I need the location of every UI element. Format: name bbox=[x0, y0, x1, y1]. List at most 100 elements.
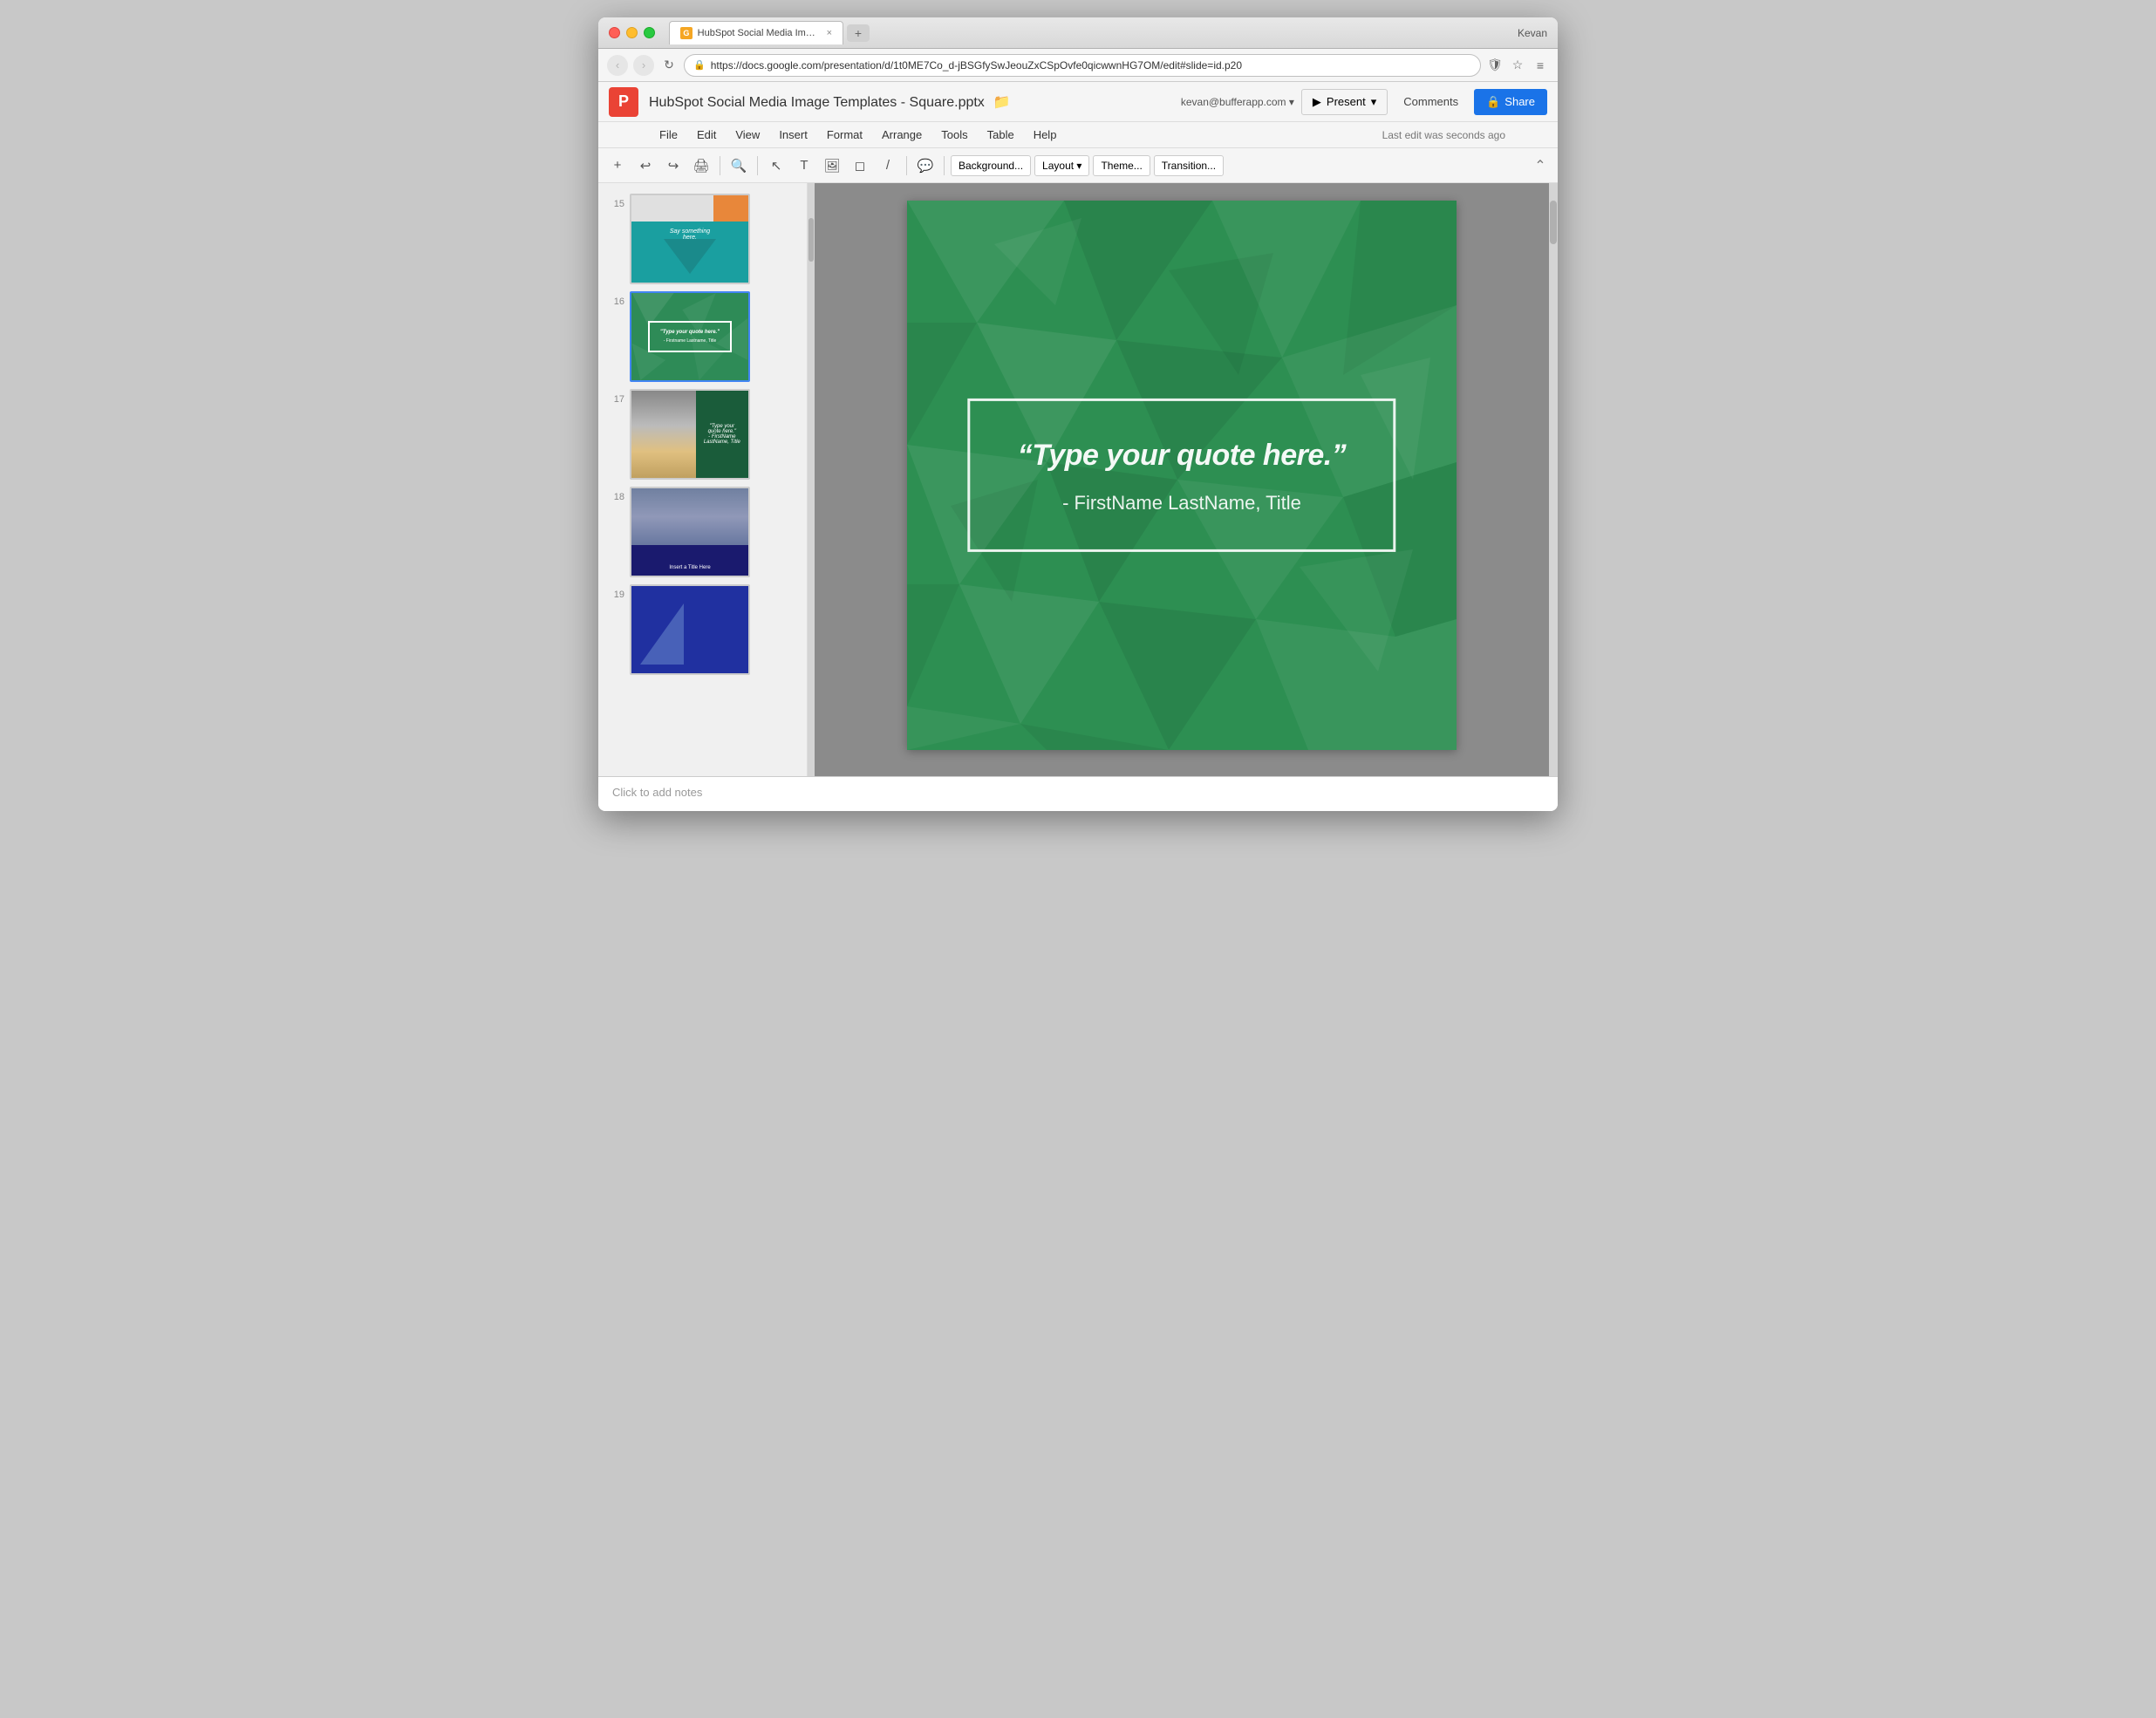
tab-bar: G HubSpot Social Media Ima… × + bbox=[669, 21, 1518, 44]
minimize-button[interactable] bbox=[626, 27, 638, 38]
toolbar-divider-3 bbox=[906, 156, 907, 175]
zoom-in-button[interactable]: + bbox=[605, 153, 630, 178]
comment-button[interactable]: 💬 bbox=[913, 153, 938, 178]
extensions-button[interactable]: 🛡 bbox=[1486, 57, 1504, 74]
menu-edit[interactable]: Edit bbox=[688, 125, 725, 145]
shapes-button[interactable]: ◻ bbox=[848, 153, 872, 178]
slide-thumb-19[interactable] bbox=[630, 584, 750, 675]
slide-number-16: 16 bbox=[605, 297, 624, 307]
background-label: Background... bbox=[959, 160, 1023, 172]
traffic-lights bbox=[609, 27, 655, 38]
theme-label: Theme... bbox=[1101, 160, 1142, 172]
comments-button[interactable]: Comments bbox=[1395, 90, 1467, 113]
address-bar: ‹ › ↻ 🔒 https://docs.google.com/presenta… bbox=[598, 49, 1558, 82]
slide-thumb-18[interactable]: Insert a Title Here bbox=[630, 487, 750, 577]
slide-item-18[interactable]: 18 Insert a Title Here bbox=[598, 483, 807, 581]
slide-thumb-16[interactable]: "Type your quote here." - Firstname Last… bbox=[630, 291, 750, 382]
slide-number-17: 17 bbox=[605, 394, 624, 405]
titlebar: G HubSpot Social Media Ima… × + Kevan bbox=[598, 17, 1558, 49]
share-label: Share bbox=[1504, 95, 1535, 108]
scrollbar-thumb[interactable] bbox=[808, 218, 814, 262]
app-window: G HubSpot Social Media Ima… × + Kevan ‹ … bbox=[598, 17, 1558, 811]
menu-help[interactable]: Help bbox=[1025, 125, 1066, 145]
main-content: 15 Say somethinghere. 16 bbox=[598, 183, 1558, 776]
present-button[interactable]: ▶ Present ▾ bbox=[1301, 89, 1388, 115]
toolbar-divider-4 bbox=[944, 156, 945, 175]
right-scrollbar[interactable] bbox=[1549, 183, 1558, 776]
toolbar: + ↩ ↪ 🖨 🔍 ↖ T 🖼 ◻ / 💬 Background... Layo… bbox=[598, 148, 1558, 183]
url-text: https://docs.google.com/presentation/d/1… bbox=[711, 59, 1471, 72]
slide-item-15[interactable]: 15 Say somethinghere. bbox=[598, 190, 807, 288]
forward-button[interactable]: › bbox=[633, 55, 654, 76]
new-tab-button[interactable]: + bbox=[847, 24, 870, 42]
zoom-button[interactable]: 🔍 bbox=[727, 153, 751, 178]
app-header: P HubSpot Social Media Image Templates -… bbox=[598, 82, 1558, 122]
slide-number-15: 15 bbox=[605, 199, 624, 209]
refresh-button[interactable]: ↻ bbox=[659, 56, 679, 75]
slide-thumb-15[interactable]: Say somethinghere. bbox=[630, 194, 750, 284]
slide17-text: "Type yourquote here."- FirstNameLastNam… bbox=[704, 424, 740, 445]
back-button[interactable]: ‹ bbox=[607, 55, 628, 76]
undo-button[interactable]: ↩ bbox=[633, 153, 658, 178]
menu-format[interactable]: Format bbox=[818, 125, 871, 145]
slide-number-19: 19 bbox=[605, 590, 624, 600]
slide-canvas[interactable]: “Type your quote here.” - FirstName Last… bbox=[907, 201, 1457, 750]
slide-number-18: 18 bbox=[605, 492, 624, 502]
present-icon: ▶ bbox=[1313, 95, 1321, 109]
transition-button[interactable]: Transition... bbox=[1154, 155, 1224, 176]
slide18-title: Insert a Title Here bbox=[637, 565, 743, 570]
theme-button[interactable]: Theme... bbox=[1093, 155, 1150, 176]
menu-tools[interactable]: Tools bbox=[932, 125, 976, 145]
line-button[interactable]: / bbox=[876, 153, 900, 178]
menu-file[interactable]: File bbox=[651, 125, 686, 145]
slide-item-17[interactable]: 17 "Type yourquote here."- FirstNameLast… bbox=[598, 385, 807, 483]
image-button[interactable]: 🖼 bbox=[820, 153, 844, 178]
menu-view[interactable]: View bbox=[727, 125, 768, 145]
maximize-button[interactable] bbox=[644, 27, 655, 38]
slide-panel-scrollbar[interactable] bbox=[808, 183, 815, 776]
print-button[interactable]: 🖨 bbox=[689, 153, 713, 178]
background-button[interactable]: Background... bbox=[951, 155, 1031, 176]
redo-button[interactable]: ↪ bbox=[661, 153, 686, 178]
lock-share-icon: 🔒 bbox=[1486, 95, 1500, 109]
app-actions: kevan@bufferapp.com ▾ ▶ Present ▾ Commen… bbox=[1181, 89, 1547, 115]
slide-panel: 15 Say somethinghere. 16 bbox=[598, 183, 808, 776]
cursor-button[interactable]: ↖ bbox=[764, 153, 788, 178]
notes-placeholder: Click to add notes bbox=[612, 786, 702, 799]
url-actions: 🛡 ☆ ≡ bbox=[1486, 57, 1549, 74]
quote-box[interactable]: “Type your quote here.” - FirstName Last… bbox=[967, 399, 1395, 552]
user-email[interactable]: kevan@bufferapp.com ▾ bbox=[1181, 96, 1294, 108]
url-bar[interactable]: 🔒 https://docs.google.com/presentation/d… bbox=[684, 54, 1481, 77]
last-edit-status: Last edit was seconds ago bbox=[1382, 129, 1505, 141]
app-title-area: HubSpot Social Media Image Templates - S… bbox=[649, 93, 1170, 111]
present-chevron: ▾ bbox=[1371, 95, 1377, 109]
notes-area[interactable]: Click to add notes bbox=[598, 776, 1558, 811]
window-user: Kevan bbox=[1518, 27, 1547, 39]
share-button[interactable]: 🔒 Share bbox=[1474, 89, 1547, 115]
slide-thumb-17[interactable]: "Type yourquote here."- FirstNameLastNam… bbox=[630, 389, 750, 480]
canvas-area: “Type your quote here.” - FirstName Last… bbox=[815, 183, 1549, 776]
app-logo: P bbox=[609, 87, 638, 117]
layout-label: Layout ▾ bbox=[1042, 160, 1081, 172]
tab-favicon: G bbox=[680, 27, 693, 39]
menu-insert[interactable]: Insert bbox=[770, 125, 816, 145]
menu-bar: File Edit View Insert Format Arrange Too… bbox=[598, 122, 1558, 148]
lock-icon: 🔒 bbox=[693, 59, 706, 71]
browser-tab[interactable]: G HubSpot Social Media Ima… × bbox=[669, 21, 843, 44]
quote-author: - FirstName LastName, Title bbox=[1013, 492, 1349, 515]
menu-arrange[interactable]: Arrange bbox=[873, 125, 931, 145]
menu-table[interactable]: Table bbox=[979, 125, 1023, 145]
layout-button[interactable]: Layout ▾ bbox=[1034, 155, 1089, 176]
bookmarks-button[interactable]: ☆ bbox=[1509, 57, 1526, 74]
slide-item-19[interactable]: 19 bbox=[598, 581, 807, 678]
folder-icon: 📁 bbox=[993, 95, 1010, 110]
text-button[interactable]: T bbox=[792, 153, 816, 178]
slide-item-16[interactable]: 16 "Type your quote here." - Firstname bbox=[598, 288, 807, 385]
quote-text: “Type your quote here.” bbox=[1013, 436, 1349, 474]
tab-title: HubSpot Social Media Ima… bbox=[698, 28, 818, 38]
menu-button[interactable]: ≡ bbox=[1532, 57, 1549, 74]
right-scrollbar-thumb[interactable] bbox=[1550, 201, 1557, 244]
collapse-toolbar-button[interactable]: ⌃ bbox=[1530, 155, 1551, 176]
close-button[interactable] bbox=[609, 27, 620, 38]
tab-close-button[interactable]: × bbox=[827, 28, 832, 38]
